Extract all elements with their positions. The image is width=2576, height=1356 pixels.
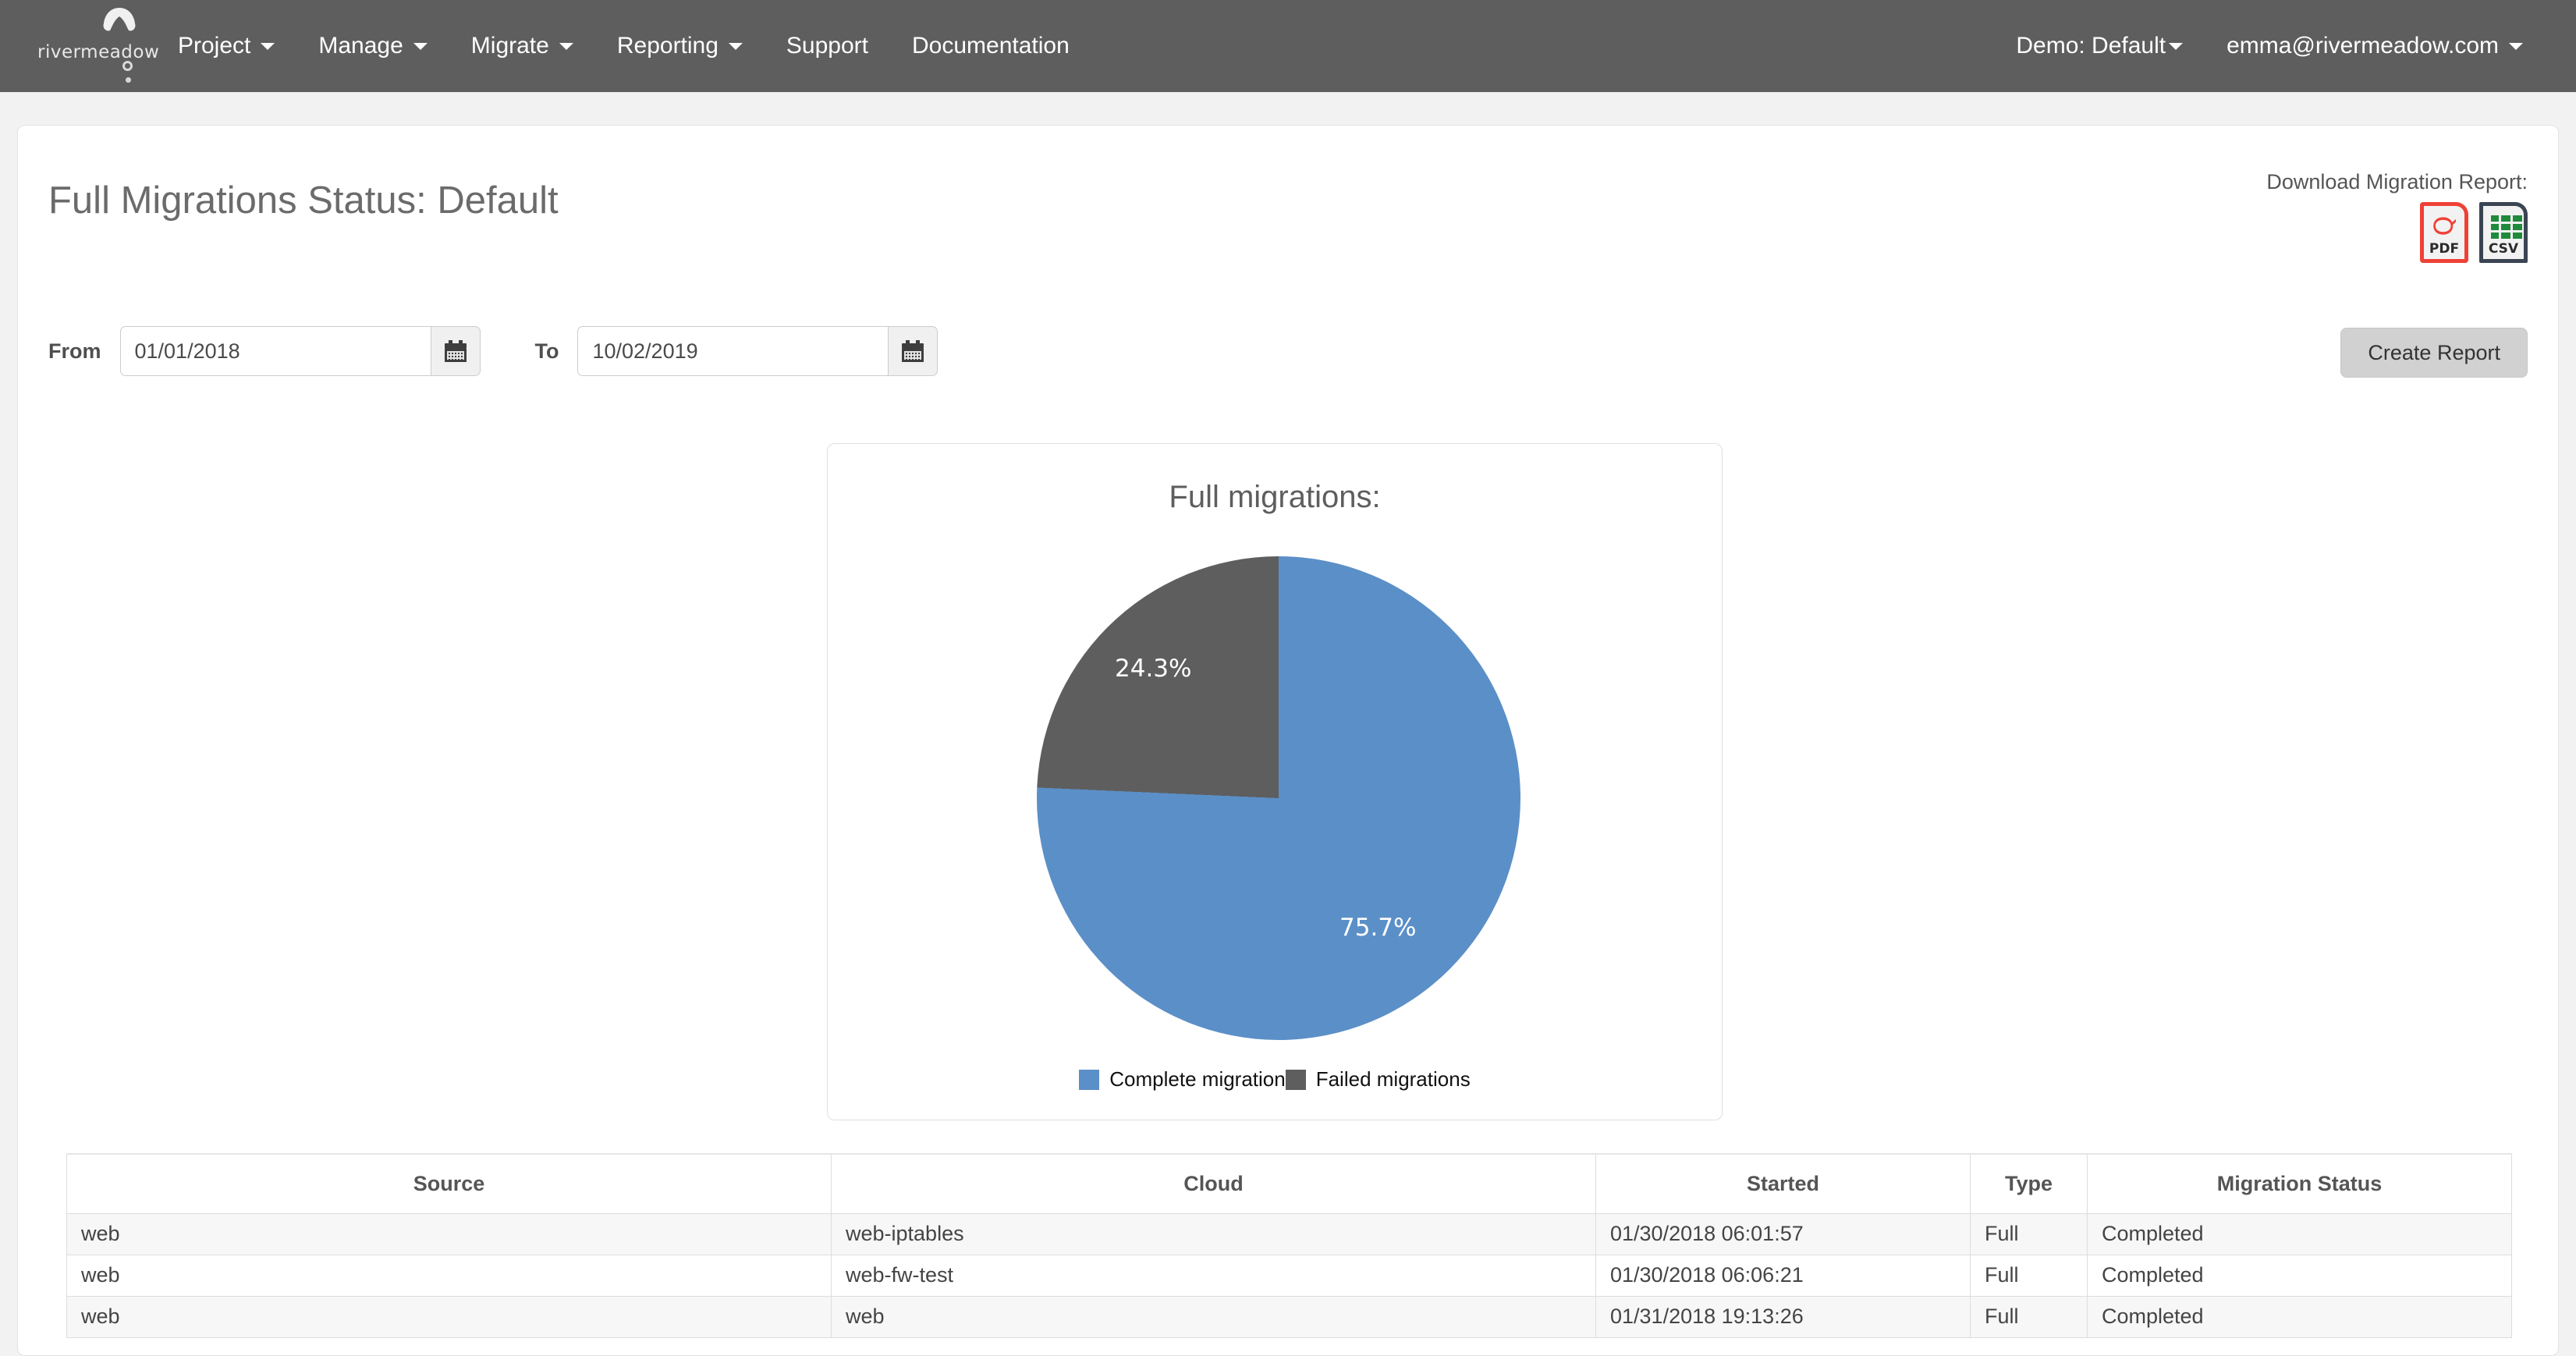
chevron-down-icon [2509, 42, 2523, 50]
download-icon-group: ℺ PDF CSV [2266, 202, 2528, 263]
pdf-label: PDF [2429, 241, 2460, 257]
cell-source: web [66, 1295, 832, 1338]
user-menu[interactable]: emma@rivermeadow.com [2205, 0, 2545, 92]
droplet-dot-icon [126, 77, 131, 83]
pie-slices[interactable] [1037, 556, 1520, 1040]
table-header-row: Source Cloud Started Type Migration Stat… [66, 1153, 2512, 1214]
migrations-table: Source Cloud Started Type Migration Stat… [66, 1153, 2512, 1338]
cloud-icon [103, 8, 136, 31]
download-csv-button[interactable]: CSV [2479, 202, 2528, 263]
date-filter-row: From To [48, 326, 992, 376]
to-label: To [534, 339, 559, 363]
chevron-down-icon [728, 42, 743, 50]
brand-wordmark: rivermeadow [37, 42, 160, 62]
cell-status: Completed [2087, 1295, 2512, 1338]
nav-item-label: Documentation [912, 33, 1070, 59]
chart-card: Full migrations: 75.7% 24.3% Complete mi… [827, 443, 1723, 1120]
column-header-started[interactable]: Started [1595, 1153, 1971, 1214]
legend-swatch-complete [1079, 1069, 1100, 1090]
cell-status: Completed [2087, 1254, 2512, 1297]
pie-label-failed: 24.3% [1115, 655, 1192, 683]
column-header-source[interactable]: Source [66, 1153, 832, 1214]
legend-label-failed: Failed migrations [1315, 1067, 1471, 1091]
cell-source: web [66, 1254, 832, 1297]
chevron-down-icon [261, 42, 275, 50]
legend-swatch-failed [1285, 1069, 1306, 1090]
cell-type: Full [1970, 1254, 2088, 1297]
secondary-nav: Demo: Default emma@rivermeadow.com [1994, 0, 2545, 92]
from-label: From [48, 339, 101, 363]
create-report-button[interactable]: Create Report [2340, 328, 2528, 378]
legend-item-complete[interactable]: Complete migration [1079, 1067, 1286, 1092]
calendar-icon [444, 340, 467, 362]
nav-item-project[interactable]: Project [156, 0, 296, 92]
from-date-group [119, 326, 481, 376]
legend-label-complete: Complete migration [1109, 1067, 1286, 1091]
download-pdf-button[interactable]: ℺ PDF [2420, 202, 2468, 263]
nav-item-documentation[interactable]: Documentation [890, 0, 1091, 92]
download-report-label: Download Migration Report: [2266, 170, 2528, 193]
droplet-outline-icon [122, 61, 133, 71]
csv-grid-icon [2491, 215, 2522, 239]
legend-item-failed[interactable]: Failed migrations [1285, 1067, 1471, 1092]
project-selector[interactable]: Demo: Default [1994, 0, 2205, 92]
cell-started: 01/30/2018 06:01:57 [1595, 1212, 1971, 1255]
chart-title: Full migrations: [1169, 480, 1381, 514]
column-header-cloud[interactable]: Cloud [831, 1153, 1596, 1214]
nav-item-label: Manage [318, 33, 403, 59]
cell-started: 01/30/2018 06:06:21 [1595, 1254, 1971, 1297]
calendar-icon [902, 340, 924, 362]
cell-started: 01/31/2018 19:13:26 [1595, 1295, 1971, 1338]
cell-type: Full [1970, 1295, 2088, 1338]
to-date-group [577, 326, 939, 376]
project-selector-label: Demo: Default [2016, 33, 2166, 59]
top-navbar: rivermeadow Project Manage Migrate Repor… [0, 0, 2576, 92]
user-menu-label: emma@rivermeadow.com [2227, 33, 2499, 59]
page-title: Full Migrations Status: Default [48, 179, 559, 222]
nav-item-reporting[interactable]: Reporting [595, 0, 765, 92]
chevron-down-icon [2169, 42, 2184, 50]
column-header-type[interactable]: Type [1970, 1153, 2088, 1214]
primary-nav: Project Manage Migrate Reporting Support… [156, 0, 1091, 92]
cell-source: web [66, 1212, 832, 1255]
cell-cloud: web-fw-test [831, 1254, 1596, 1297]
from-calendar-button[interactable] [430, 326, 481, 376]
nav-item-label: Support [786, 33, 868, 59]
brand-logo[interactable]: rivermeadow [0, 0, 160, 92]
migrations-table-element: Source Cloud Started Type Migration Stat… [66, 1153, 2512, 1338]
pdf-glyph-icon: ℺ [2432, 210, 2457, 240]
nav-item-label: Migrate [470, 33, 549, 59]
download-report-section: Download Migration Report: ℺ PDF CSV [2266, 170, 2528, 263]
nav-item-label: Project [178, 33, 251, 59]
nav-item-label: Reporting [616, 33, 719, 59]
pie-label-complete: 75.7% [1339, 914, 1417, 942]
table-row[interactable]: web web-iptables 01/30/2018 06:01:57 Ful… [66, 1212, 2512, 1255]
to-date-input[interactable] [577, 326, 889, 376]
column-header-migration-status[interactable]: Migration Status [2087, 1153, 2512, 1214]
pie-chart: 75.7% 24.3% [1037, 556, 1520, 1040]
table-row[interactable]: web web 01/31/2018 19:13:26 Full Complet… [66, 1295, 2512, 1338]
cell-status: Completed [2087, 1212, 2512, 1255]
nav-item-manage[interactable]: Manage [296, 0, 449, 92]
cell-type: Full [1970, 1212, 2088, 1255]
cell-cloud: web [831, 1295, 1596, 1338]
chevron-down-icon [559, 42, 573, 50]
chart-legend: Complete migration Failed migrations [828, 1067, 1722, 1092]
nav-item-support[interactable]: Support [765, 0, 890, 92]
to-calendar-button[interactable] [888, 326, 939, 376]
csv-label: CSV [2488, 241, 2519, 257]
table-row[interactable]: web web-fw-test 01/30/2018 06:06:21 Full… [66, 1254, 2512, 1297]
from-date-input[interactable] [119, 326, 431, 376]
chevron-down-icon [413, 42, 428, 50]
nav-item-migrate[interactable]: Migrate [449, 0, 595, 92]
cell-cloud: web-iptables [831, 1212, 1596, 1255]
